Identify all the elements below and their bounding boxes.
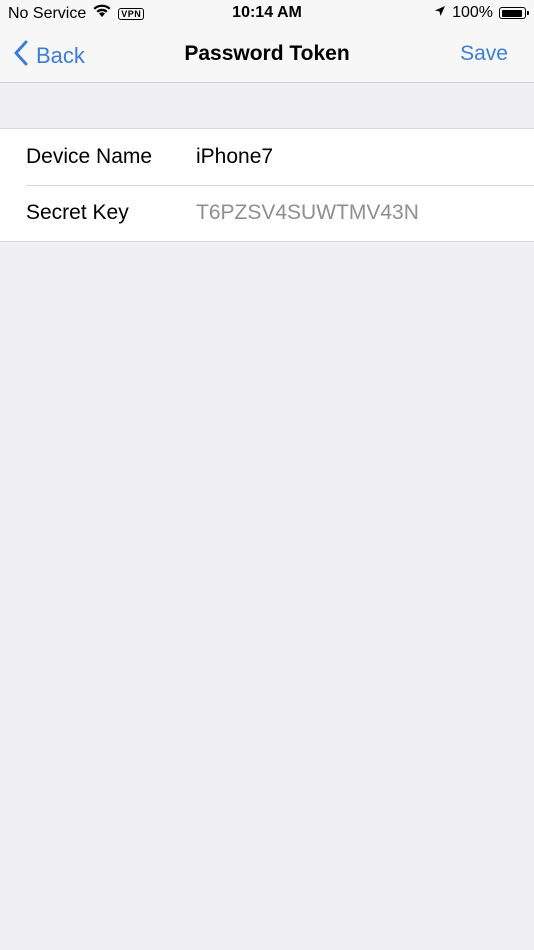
- device-name-label: Device Name: [26, 145, 153, 168]
- device-name-row: Device Name: [0, 129, 534, 185]
- device-name-field[interactable]: [196, 145, 516, 169]
- secret-key-field[interactable]: [196, 201, 516, 225]
- battery-percent: 100%: [452, 4, 493, 21]
- secret-key-row: Secret Key: [0, 185, 534, 241]
- page-title: Password Token: [184, 42, 350, 65]
- secret-key-label: Secret Key: [26, 201, 129, 224]
- location-arrow-icon: [434, 4, 446, 22]
- token-form: Device Name Secret Key: [0, 128, 534, 242]
- screen: No Service VPN 10:14 AM 100% Back Passwo…: [0, 0, 534, 950]
- save-button[interactable]: Save: [460, 42, 508, 66]
- navigation-bar: Back Password Token Save: [0, 28, 534, 83]
- battery-icon: [499, 7, 529, 19]
- status-right: 100%: [434, 4, 529, 22]
- status-bar: No Service VPN 10:14 AM 100%: [0, 0, 534, 28]
